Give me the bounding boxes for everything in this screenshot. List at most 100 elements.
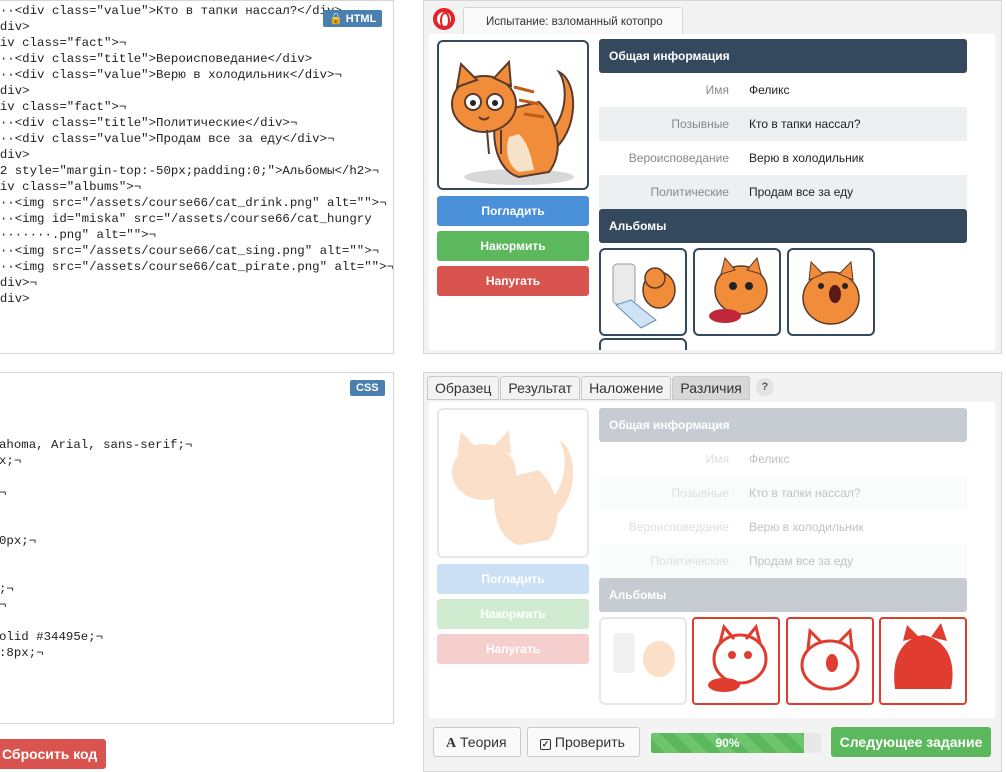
css-code-line[interactable]: olid #34495e;¬ bbox=[0, 629, 192, 645]
fact-title: Политические bbox=[650, 185, 730, 199]
html-code-line[interactable]: ····<img id="miska" src="/assets/course6… bbox=[0, 211, 393, 227]
css-code-line[interactable] bbox=[0, 549, 192, 565]
css-code-line[interactable] bbox=[0, 501, 192, 517]
css-badge: CSS bbox=[350, 380, 385, 396]
reset-code-button[interactable]: Сбросить код bbox=[0, 739, 106, 769]
progress-fill: 90% bbox=[651, 733, 804, 753]
check-label: Проверить bbox=[554, 734, 625, 750]
diff-pet-button: Погладить bbox=[437, 564, 589, 594]
compare-tabs: Образец Результат Наложение Различия ? bbox=[427, 376, 774, 400]
html-code-line[interactable]: ····<div class="title">Политические</div… bbox=[0, 115, 393, 131]
next-task-button[interactable]: Следующее задание bbox=[831, 727, 991, 757]
fact-value: Кто в тапки нассал? bbox=[749, 117, 861, 131]
html-badge-label: HTML bbox=[345, 13, 377, 25]
preview-page: Погладить Накормить Напугать Общая инфор… bbox=[429, 34, 995, 350]
html-editor[interactable]: ····<div class="value">Кто в тапки насса… bbox=[0, 0, 394, 354]
fact-title: Имя bbox=[705, 452, 729, 466]
css-code-line[interactable] bbox=[0, 517, 192, 533]
diff-pirate-shape bbox=[894, 623, 953, 689]
scare-button[interactable]: Напугать bbox=[437, 266, 589, 296]
cat-avatar bbox=[437, 40, 589, 190]
html-badge: 🔒 HTML bbox=[323, 10, 383, 27]
check-button[interactable]: ✓ Проверить bbox=[527, 727, 640, 757]
cat-image bbox=[451, 59, 575, 185]
diff-album-hungry bbox=[692, 617, 780, 705]
fact-value: Верю в холодильник bbox=[749, 151, 864, 165]
css-code-line[interactable] bbox=[0, 469, 192, 485]
html-code-line[interactable]: </div>¬ bbox=[0, 275, 393, 291]
diff-fact-row: Политические Продам все за еду bbox=[599, 544, 967, 578]
info-header: Общая информация bbox=[599, 39, 967, 73]
html-code-line[interactable]: <h2 style="margin-top:-50px;padding:0;">… bbox=[0, 163, 393, 179]
css-code[interactable]: ahoma, Arial, sans-serif;¬x;¬¬0px;¬;¬¬ol… bbox=[0, 373, 192, 661]
html-code-line[interactable]: <div class="fact">¬ bbox=[0, 35, 393, 51]
css-editor[interactable]: ahoma, Arial, sans-serif;¬x;¬¬0px;¬;¬¬ol… bbox=[0, 372, 394, 724]
css-code-line[interactable]: ahoma, Arial, sans-serif;¬ bbox=[0, 437, 192, 453]
html-code-line[interactable]: ····<div class="title">Вероисповедание</… bbox=[0, 51, 393, 67]
css-code-line[interactable]: ¬ bbox=[0, 485, 192, 501]
fact-title: Имя bbox=[705, 83, 729, 97]
html-code-line[interactable]: ·········.png" alt="">¬ bbox=[0, 227, 393, 243]
fact-title: Политические bbox=[650, 554, 730, 568]
theory-button[interactable]: A Теория bbox=[433, 727, 521, 757]
html-code-line[interactable]: ····<div class="value">Продам все за еду… bbox=[0, 131, 393, 147]
css-code-line[interactable] bbox=[0, 421, 192, 437]
feed-button[interactable]: Накормить bbox=[437, 231, 589, 261]
html-code-line[interactable]: <div class="albums">¬ bbox=[0, 179, 393, 195]
diff-album-pirate bbox=[879, 617, 967, 705]
html-code-line[interactable]: ····<div class="value">Верю в холодильни… bbox=[0, 67, 393, 83]
html-code-line[interactable]: </div> bbox=[0, 291, 393, 307]
diff-sing-shape bbox=[800, 627, 860, 691]
diff-scare-button: Напугать bbox=[437, 634, 589, 664]
lock-icon: 🔒 bbox=[329, 13, 343, 25]
tab-diff[interactable]: Различия bbox=[672, 376, 750, 400]
album-cat-pirate bbox=[599, 338, 687, 350]
html-code-line[interactable]: ····<img src="/assets/course66/cat_drink… bbox=[0, 195, 393, 211]
diff-page: Погладить Накормить Напугать Общая инфор… bbox=[429, 402, 995, 718]
html-code[interactable]: ····<div class="value">Кто в тапки насса… bbox=[0, 3, 393, 307]
css-code-line[interactable]: ¬ bbox=[0, 597, 192, 613]
tab-overlay[interactable]: Наложение bbox=[581, 376, 672, 400]
css-code-line[interactable] bbox=[0, 613, 192, 629]
albums-header: Альбомы bbox=[599, 209, 967, 243]
tab-result[interactable]: Результат bbox=[500, 376, 581, 400]
theory-label: Теория bbox=[460, 734, 507, 750]
diff-hungry-shape bbox=[708, 623, 768, 692]
css-code-line[interactable]: 0px;¬ bbox=[0, 533, 192, 549]
fact-row: Политические Продам все за еду bbox=[599, 175, 967, 209]
progress-bar: 90% bbox=[651, 733, 821, 753]
pet-button[interactable]: Погладить bbox=[437, 196, 589, 226]
fact-value: Продам все за еду bbox=[749, 185, 854, 199]
css-code-line[interactable]: :8px;¬ bbox=[0, 645, 192, 661]
album-cat-drink bbox=[599, 248, 687, 336]
diff-info-header: Общая информация bbox=[599, 408, 967, 442]
css-code-line[interactable] bbox=[0, 565, 192, 581]
fact-row: Вероисповедание Верю в холодильник bbox=[599, 141, 967, 175]
css-code-line[interactable] bbox=[0, 405, 192, 421]
html-code-line[interactable]: ····<img src="/assets/course66/cat_sing.… bbox=[0, 243, 393, 259]
fact-value: Феликс bbox=[749, 83, 790, 97]
css-code-line[interactable] bbox=[0, 373, 192, 389]
diff-fact-row: Позывные Кто в тапки нассал? bbox=[599, 476, 967, 510]
help-icon[interactable]: ? bbox=[755, 378, 774, 396]
cat-sing-image bbox=[802, 260, 860, 325]
css-code-line[interactable]: ;¬ bbox=[0, 581, 192, 597]
diff-album-cat-drink bbox=[599, 617, 687, 705]
tab-sample[interactable]: Образец bbox=[427, 376, 500, 400]
diff-albums-header: Альбомы bbox=[599, 578, 967, 612]
fact-title: Вероисповедание bbox=[628, 151, 729, 165]
fact-value: Феликс bbox=[749, 452, 790, 466]
css-code-line[interactable]: x;¬ bbox=[0, 453, 192, 469]
html-code-line[interactable]: </div> bbox=[0, 147, 393, 163]
css-code-line[interactable] bbox=[0, 389, 192, 405]
cat-hungry-image bbox=[709, 256, 768, 323]
fact-value: Продам все за еду bbox=[749, 554, 854, 568]
html-code-line[interactable]: <div class="fact">¬ bbox=[0, 99, 393, 115]
diff-album-sing bbox=[786, 617, 874, 705]
checkbox-icon: ✓ bbox=[540, 739, 551, 750]
browser-tab[interactable]: Испытание: взломанный котопро bbox=[463, 7, 683, 35]
html-code-line[interactable]: </div> bbox=[0, 83, 393, 99]
album-cat-sing bbox=[787, 248, 875, 336]
fact-title: Позывные bbox=[671, 486, 729, 500]
html-code-line[interactable]: ····<img src="/assets/course66/cat_pirat… bbox=[0, 259, 393, 275]
